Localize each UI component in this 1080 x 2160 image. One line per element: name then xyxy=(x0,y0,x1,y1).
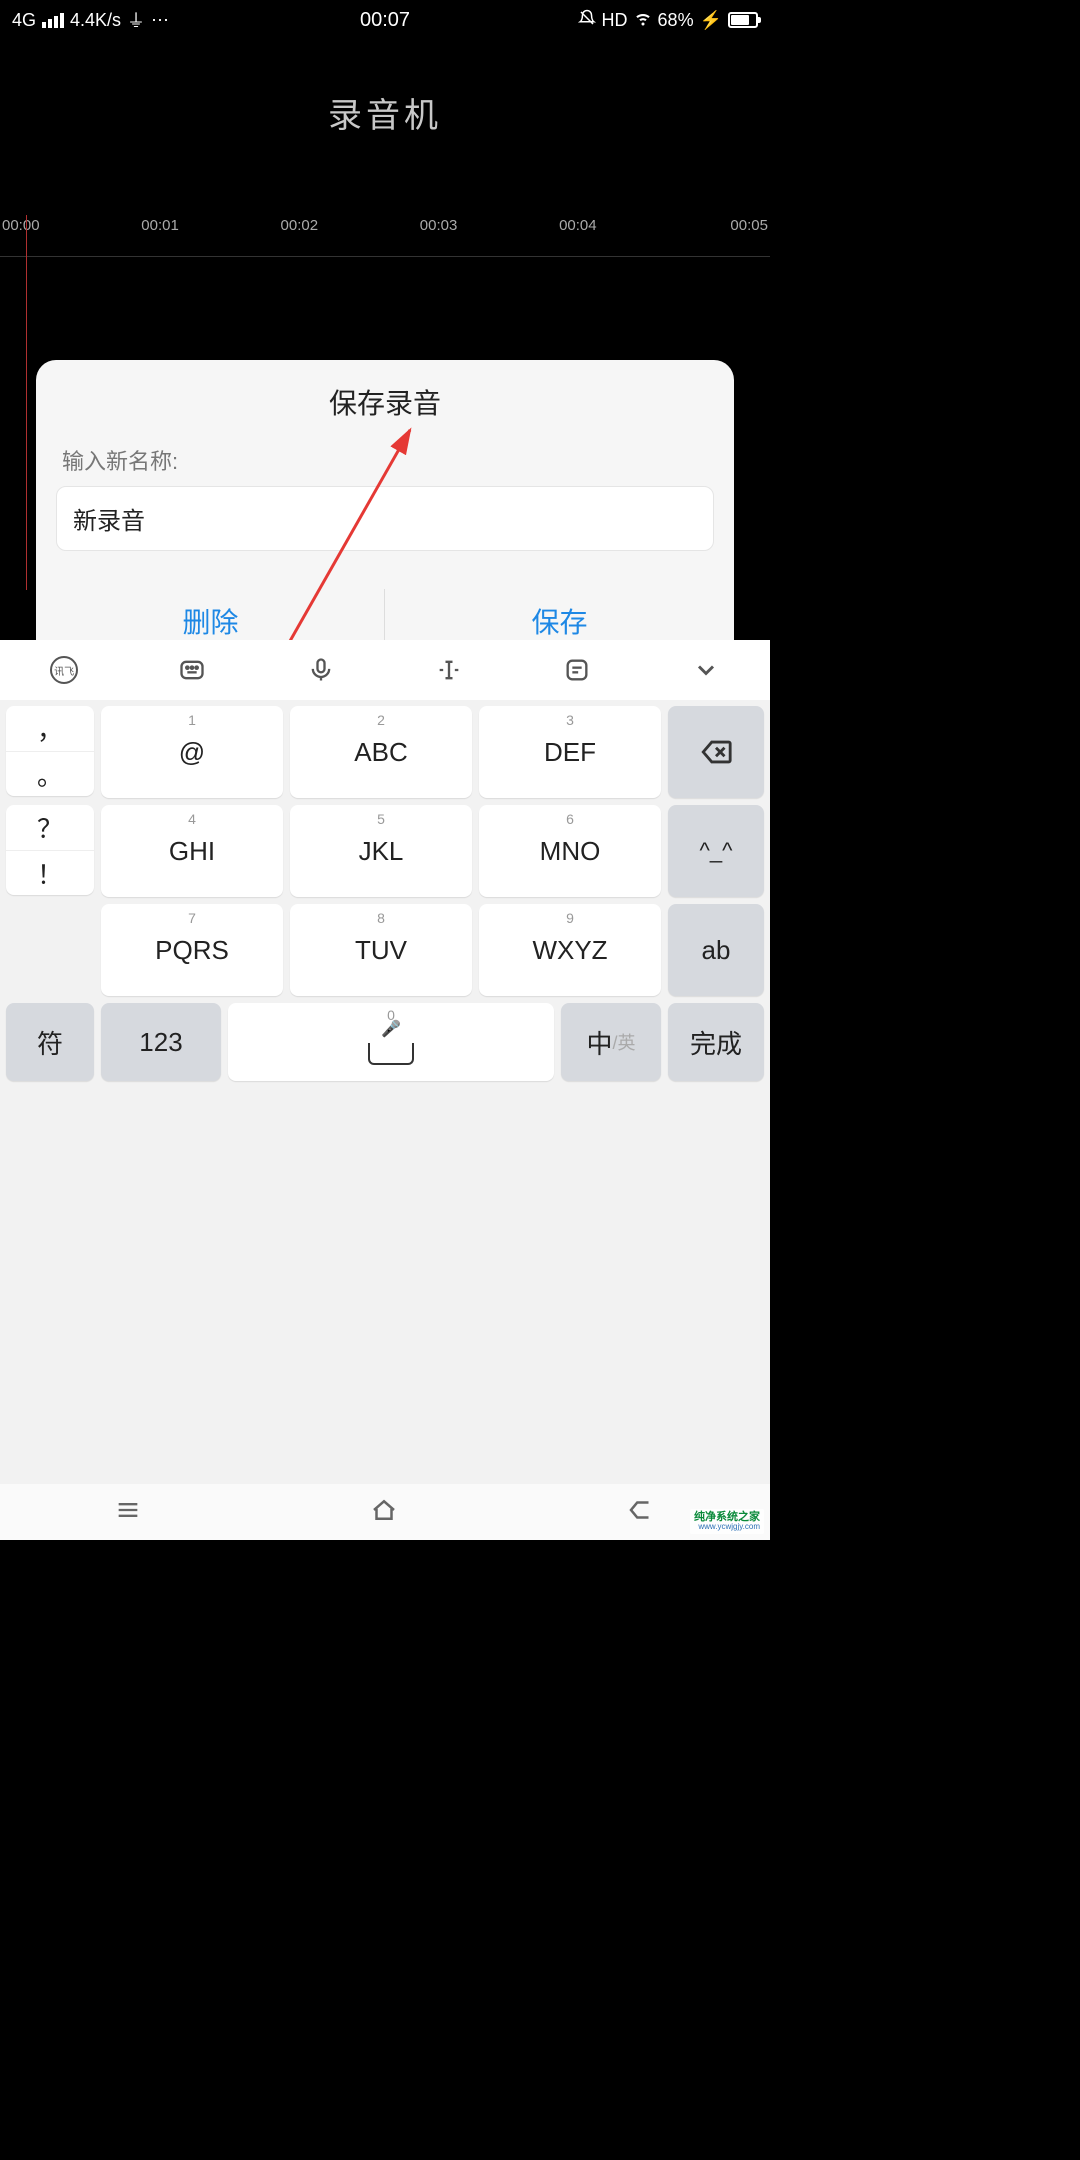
status-right: HD 68% ⚡ xyxy=(578,9,758,32)
save-dialog: 保存录音 输入新名称: 新录音 删除 保存 xyxy=(36,360,734,665)
key-backspace[interactable] xyxy=(668,706,764,798)
key-period[interactable]: 。 xyxy=(6,751,94,796)
key-symbols[interactable]: 符 xyxy=(6,1003,94,1081)
status-left: 4G 4.4K/s ⏚ ⋯ xyxy=(12,7,171,33)
recent-apps-icon[interactable] xyxy=(114,1496,142,1529)
key-1[interactable]: 1@ xyxy=(101,706,283,798)
wifi-icon xyxy=(634,9,652,32)
keyboard-switch-icon[interactable] xyxy=(174,652,210,688)
collapse-keyboard-icon[interactable] xyxy=(688,652,724,688)
home-icon[interactable] xyxy=(369,1495,399,1530)
tick: 00:05 xyxy=(698,217,768,256)
keyboard-grid: ， 。 1@ 2ABC 3DEF ？ ！ 4GHI 5JKL 6MNO ^_^ … xyxy=(0,700,770,996)
key-language[interactable]: 中/英 xyxy=(561,1003,661,1081)
tick: 00:04 xyxy=(559,217,698,256)
key-7-pqrs[interactable]: 7PQRS xyxy=(101,904,283,996)
hd-label: HD xyxy=(602,10,628,31)
charging-icon: ⚡ xyxy=(700,10,722,31)
dialog-title: 保存录音 xyxy=(36,382,734,422)
playhead-indicator xyxy=(26,215,27,590)
watermark: 纯净系统之家 www.ycwjgjy.com xyxy=(690,1509,764,1534)
battery-pct: 68% xyxy=(658,10,694,31)
more-icon: ⋯ xyxy=(151,10,171,31)
navigation-bar xyxy=(0,1484,770,1540)
data-speed: 4.4K/s xyxy=(70,10,121,31)
clipboard-icon[interactable] xyxy=(559,652,595,688)
usb-icon: ⏚ xyxy=(127,7,145,33)
keyboard: 讯飞 ， 。 1@ 2ABC 3DEF xyxy=(0,640,770,1540)
key-8-tuv[interactable]: 8TUV xyxy=(290,904,472,996)
cursor-mode-icon[interactable] xyxy=(431,652,467,688)
tick: 00:01 xyxy=(141,217,280,256)
timeline-ruler: 00:00 00:01 00:02 00:03 00:04 00:05 xyxy=(0,217,770,257)
key-emoji[interactable]: ^_^ xyxy=(668,805,764,897)
recording-name-input[interactable]: 新录音 xyxy=(56,486,714,551)
key-numeric[interactable]: 123 xyxy=(101,1003,221,1081)
key-3-def[interactable]: 3DEF xyxy=(479,706,661,798)
key-4-ghi[interactable]: 4GHI xyxy=(101,805,283,897)
signal-icon xyxy=(42,13,64,28)
keyboard-toolbar: 讯飞 xyxy=(0,640,770,700)
key-exclaim[interactable]: ！ xyxy=(6,850,94,895)
key-2-abc[interactable]: 2ABC xyxy=(290,706,472,798)
key-done[interactable]: 完成 xyxy=(668,1003,764,1081)
battery-icon xyxy=(728,12,758,28)
dialog-label: 输入新名称: xyxy=(62,444,708,476)
tick: 00:03 xyxy=(420,217,559,256)
keyboard-bottom-row: 符 123 0 🎤 中/英 完成 xyxy=(0,1003,770,1091)
status-time: 00:07 xyxy=(360,9,410,32)
key-5-jkl[interactable]: 5JKL xyxy=(290,805,472,897)
key-ab-mode[interactable]: ab xyxy=(668,904,764,996)
back-icon[interactable] xyxy=(626,1495,656,1530)
key-6-mno[interactable]: 6MNO xyxy=(479,805,661,897)
dnd-icon xyxy=(578,9,596,32)
voice-input-icon[interactable] xyxy=(303,652,339,688)
key-question[interactable]: ？ xyxy=(6,805,94,850)
network-type: 4G xyxy=(12,10,36,31)
ime-logo-icon[interactable]: 讯飞 xyxy=(46,652,82,688)
key-9-wxyz[interactable]: 9WXYZ xyxy=(479,904,661,996)
tick: 00:02 xyxy=(281,217,420,256)
status-bar: 4G 4.4K/s ⏚ ⋯ 00:07 HD 68% ⚡ xyxy=(0,0,770,40)
tick: 00:00 xyxy=(2,217,141,256)
page-title: 录音机 xyxy=(0,88,770,137)
key-space[interactable]: 0 🎤 xyxy=(228,1003,554,1081)
key-comma[interactable]: ， xyxy=(6,706,94,751)
